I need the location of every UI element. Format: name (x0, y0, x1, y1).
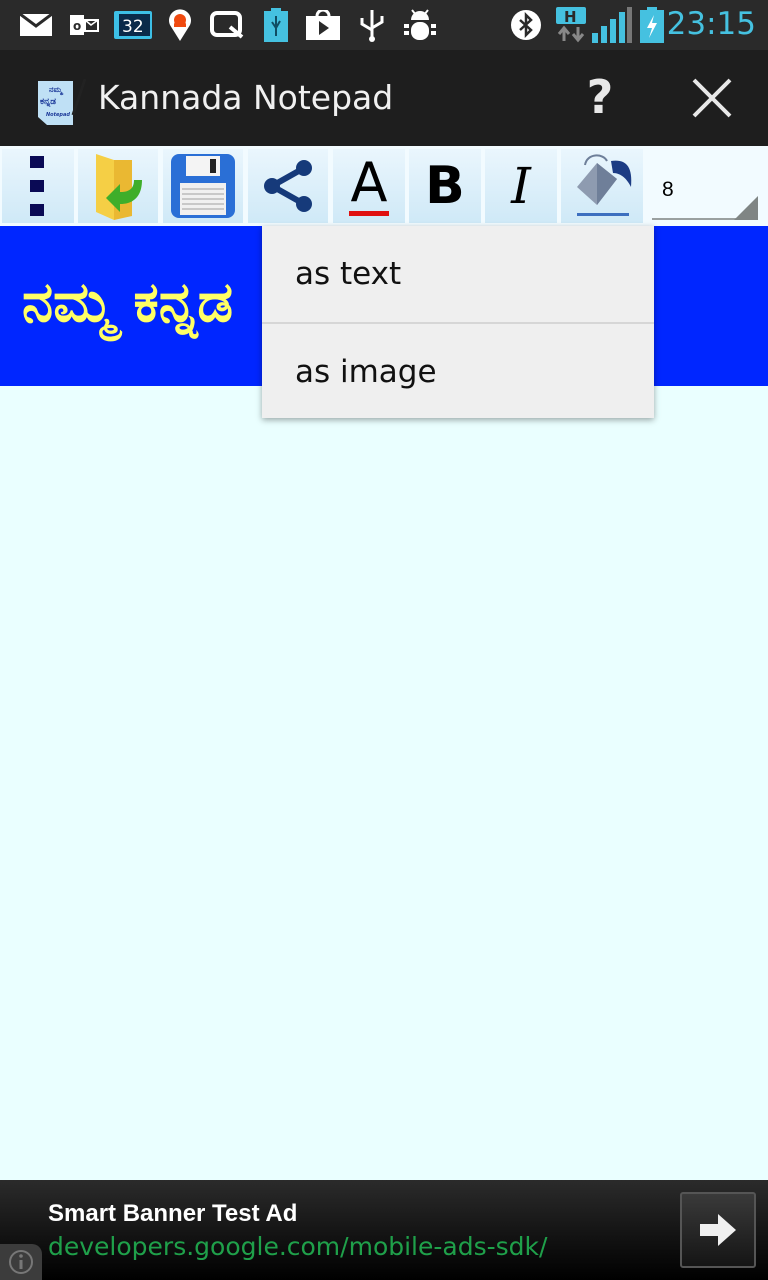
signal-icon (592, 7, 632, 43)
network-h-icon: H (556, 7, 586, 43)
svg-text:ನಮ್ಮ: ನಮ್ಮ (49, 85, 63, 95)
spinner-dropdown-icon (734, 196, 758, 220)
svg-text:H: H (564, 8, 577, 26)
svg-text:Notepad: Notepad (46, 112, 70, 118)
debug-icon (402, 9, 438, 40)
bold-button[interactable]: B (409, 149, 481, 223)
share-icon (264, 160, 312, 212)
info-icon (9, 1250, 33, 1274)
formatting-toolbar: A B I 8 (0, 146, 768, 226)
overflow-menu-icon (30, 156, 44, 216)
usb-icon (358, 10, 386, 42)
close-button[interactable] (690, 76, 734, 120)
font-size-value: 8 (662, 178, 674, 201)
search-icon (210, 10, 246, 40)
paint-bucket-icon (577, 154, 632, 216)
close-icon (692, 78, 732, 118)
save-button[interactable] (163, 149, 243, 223)
ad-title[interactable]: Smart Banner Test Ad (48, 1200, 297, 1228)
outlook-icon: o (70, 10, 100, 40)
bold-icon: B (425, 156, 465, 216)
usb-battery-icon (264, 8, 288, 42)
battery-charging-icon (640, 7, 664, 43)
ad-url[interactable]: developers.google.com/mobile-ads-sdk/ (48, 1232, 547, 1261)
help-icon: ? (586, 70, 614, 124)
ad-banner[interactable]: Smart Banner Test Ad developers.google.c… (0, 1180, 768, 1280)
app-logo: ನಮ್ಮ ಕನ್ನಡ Notepad (37, 77, 87, 127)
ad-open-button[interactable] (680, 1192, 756, 1268)
share-as-text-item[interactable]: as text (262, 226, 654, 322)
status-bar: o 32 H 23:15 (0, 0, 768, 50)
share-button[interactable] (248, 149, 328, 223)
svg-text:o: o (73, 19, 81, 33)
maps-pin-icon (168, 9, 192, 41)
menu-item-label: as text (295, 256, 402, 292)
calendar-day: 32 (122, 17, 144, 37)
svg-text:ಕನ್ನಡ: ಕನ್ನಡ (40, 97, 56, 108)
share-popup-menu: as text as image (262, 226, 654, 418)
font-color-swatch (349, 210, 389, 216)
play-store-icon (306, 10, 340, 40)
mail-icon (20, 10, 52, 40)
background-color-button[interactable] (561, 149, 643, 223)
action-bar: ನಮ್ಮ ಕನ್ನಡ Notepad Kannada Notepad ? (0, 50, 768, 146)
italic-icon: I (511, 157, 531, 215)
clock: 23:15 (666, 6, 756, 42)
floppy-disk-icon (171, 154, 235, 218)
arrow-right-icon (700, 1214, 736, 1246)
app-title: Kannada Notepad (98, 78, 394, 117)
text-editor-area[interactable] (0, 386, 768, 1180)
open-folder-icon (96, 154, 142, 220)
calendar-icon: 32 (114, 10, 152, 40)
ad-info-button[interactable] (0, 1244, 42, 1280)
screen: o 32 H 23:15 ನಮ್ಮ ಕನ್ನಡ Notepad Kannada … (0, 0, 768, 1280)
menu-item-label: as image (295, 354, 437, 390)
open-file-button[interactable] (78, 149, 158, 223)
font-size-spinner[interactable]: 8 (650, 150, 762, 222)
font-color-icon: A (350, 150, 388, 214)
banner-text: ನಮ್ಮ ಕನ್ನಡ (22, 270, 234, 335)
help-button[interactable]: ? (580, 72, 620, 122)
font-color-button[interactable]: A (333, 149, 405, 223)
overflow-menu-button[interactable] (2, 149, 74, 223)
share-as-image-item[interactable]: as image (262, 324, 654, 420)
bluetooth-icon (510, 10, 542, 40)
italic-button[interactable]: I (485, 149, 557, 223)
